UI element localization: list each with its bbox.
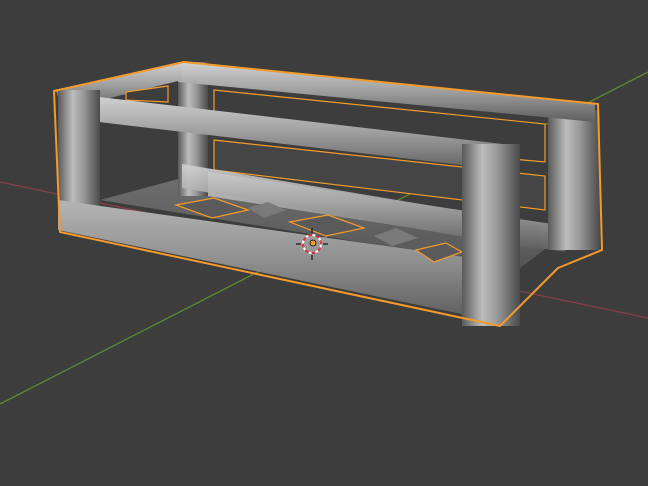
- viewport-canvas[interactable]: [0, 0, 648, 486]
- back-right-post: [548, 110, 600, 250]
- frame-mesh-object[interactable]: [53, 61, 603, 327]
- 3d-viewport[interactable]: [0, 0, 648, 486]
- front-right-post: [462, 144, 520, 326]
- object-origin-icon: [309, 239, 317, 247]
